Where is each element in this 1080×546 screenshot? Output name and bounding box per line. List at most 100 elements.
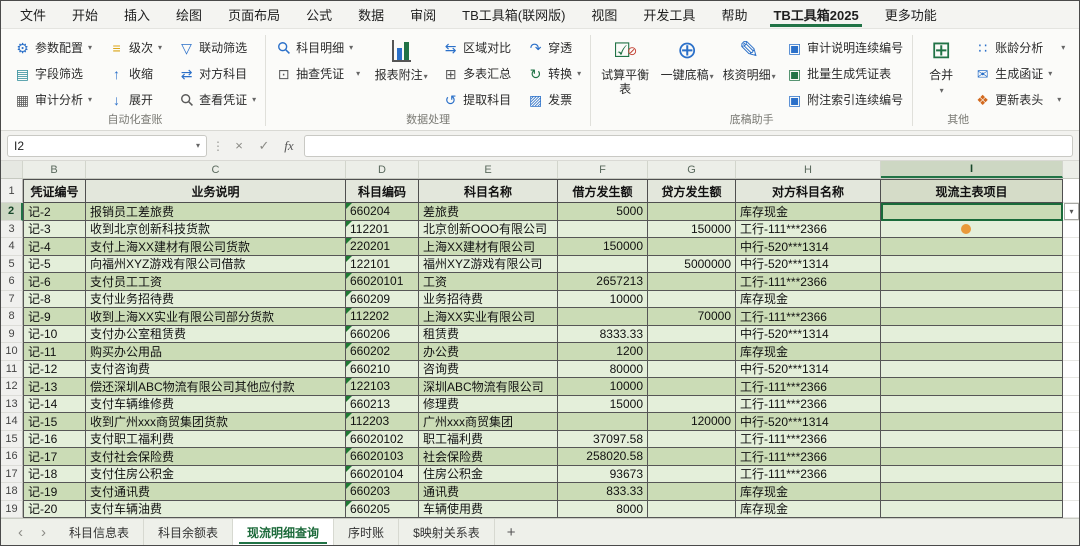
table-cell-C16[interactable]: 支付社会保险费 — [86, 448, 346, 466]
table-cell-C11[interactable]: 支付咨询费 — [86, 361, 346, 379]
field-filter-button[interactable]: ▤字段筛选 — [11, 64, 95, 83]
menu-tab-more-features[interactable]: 更多功能 — [872, 1, 950, 28]
table-cell-D12[interactable]: 122103 — [346, 378, 419, 396]
audit-analysis-button[interactable]: ▦审计分析▾ — [11, 90, 95, 109]
header-debit-amount[interactable]: 借方发生额 — [558, 179, 648, 203]
table-cell-E2[interactable]: 差旅费 — [419, 203, 558, 221]
account-detail-button[interactable]: 科目明细▾ — [272, 38, 363, 57]
note-index-numbering-button[interactable]: ▣附注索引连续编号 — [783, 90, 906, 109]
column-header-H[interactable]: H — [736, 161, 881, 178]
table-cell-E9[interactable]: 租赁费 — [419, 326, 558, 344]
merge-button[interactable]: ⊞ 合并▾ — [919, 33, 963, 100]
row-number[interactable]: 9 — [1, 326, 23, 344]
table-cell-F4[interactable]: 150000 — [558, 238, 648, 256]
table-cell-D14[interactable]: 112203 — [346, 413, 419, 431]
table-cell-B3[interactable]: 记-3 — [23, 221, 86, 239]
table-cell-I7[interactable] — [881, 291, 1063, 309]
table-cell-F8[interactable] — [558, 308, 648, 326]
row-number[interactable]: 13 — [1, 396, 23, 414]
table-cell-B12[interactable]: 记-13 — [23, 378, 86, 396]
row-number[interactable]: 18 — [1, 483, 23, 501]
row-number[interactable]: 5 — [1, 256, 23, 274]
table-cell-I15[interactable] — [881, 431, 1063, 449]
table-cell-B14[interactable]: 记-15 — [23, 413, 86, 431]
table-cell-E8[interactable]: 上海XX实业有限公司 — [419, 308, 558, 326]
table-cell-F12[interactable]: 10000 — [558, 378, 648, 396]
table-cell-E5[interactable]: 福州XYZ游戏有限公司 — [419, 256, 558, 274]
table-cell-F6[interactable]: 2657213 — [558, 273, 648, 291]
table-cell-E14[interactable]: 广州xxx商贸集团 — [419, 413, 558, 431]
table-cell-G4[interactable] — [648, 238, 736, 256]
menu-tab-review[interactable]: 审阅 — [397, 1, 449, 28]
table-cell-G11[interactable] — [648, 361, 736, 379]
column-header-E[interactable]: E — [419, 161, 558, 178]
invoice-button[interactable]: ▨发票 — [524, 90, 584, 109]
table-cell-G2[interactable] — [648, 203, 736, 221]
table-cell-H10[interactable]: 库存现金 — [736, 343, 881, 361]
column-header-G[interactable]: G — [648, 161, 736, 178]
table-cell-C6[interactable]: 支付员工工资 — [86, 273, 346, 291]
table-cell-F18[interactable]: 833.33 — [558, 483, 648, 501]
header-account-code[interactable]: 科目编码 — [346, 179, 419, 203]
table-cell-C15[interactable]: 支付职工福利费 — [86, 431, 346, 449]
table-cell-H17[interactable]: 工行-111***2366 — [736, 466, 881, 484]
table-cell-G14[interactable]: 120000 — [648, 413, 736, 431]
table-cell-D7[interactable]: 660209 — [346, 291, 419, 309]
menu-tab-help[interactable]: 帮助 — [708, 1, 760, 28]
row-number[interactable]: 16 — [1, 448, 23, 466]
table-cell-G9[interactable] — [648, 326, 736, 344]
drag-handle-icon[interactable]: ⋮ — [212, 139, 224, 153]
table-cell-D2[interactable]: 660204 — [346, 203, 419, 221]
column-header-D[interactable]: D — [346, 161, 419, 178]
table-cell-I5[interactable] — [881, 256, 1063, 274]
table-cell-C7[interactable]: 支付业务招待费 — [86, 291, 346, 309]
header-opposite-account[interactable]: 对方科目名称 — [736, 179, 881, 203]
table-cell-I2[interactable] — [881, 203, 1063, 221]
table-cell-E19[interactable]: 车辆使用费 — [419, 501, 558, 519]
table-cell-H11[interactable]: 中行-520***1314 — [736, 361, 881, 379]
table-cell-H2[interactable]: 库存现金 — [736, 203, 881, 221]
row-number[interactable]: 1 — [1, 179, 23, 203]
header-business-desc[interactable]: 业务说明 — [86, 179, 346, 203]
region-compare-button[interactable]: ⇆区域对比 — [439, 38, 514, 57]
table-cell-C3[interactable]: 收到北京创新科技货款 — [86, 221, 346, 239]
asset-verification-detail-button[interactable]: ✎ 核资明细▾ — [721, 33, 777, 85]
table-cell-I12[interactable] — [881, 378, 1063, 396]
row-number[interactable]: 8 — [1, 308, 23, 326]
sheet-tab-account-balance[interactable]: 科目余额表 — [144, 519, 233, 545]
sheet-nav-left-icon[interactable]: ‹ — [9, 519, 32, 545]
table-cell-E11[interactable]: 咨询费 — [419, 361, 558, 379]
update-header-button[interactable]: ❖更新表头▾ — [971, 90, 1068, 109]
table-cell-B15[interactable]: 记-16 — [23, 431, 86, 449]
linked-filter-button[interactable]: ▽联动筛选 — [175, 38, 259, 57]
table-cell-I19[interactable] — [881, 501, 1063, 519]
table-cell-B6[interactable]: 记-6 — [23, 273, 86, 291]
table-cell-B10[interactable]: 记-11 — [23, 343, 86, 361]
table-cell-I8[interactable] — [881, 308, 1063, 326]
table-cell-F5[interactable] — [558, 256, 648, 274]
table-cell-H8[interactable]: 工行-111***2366 — [736, 308, 881, 326]
table-cell-B18[interactable]: 记-19 — [23, 483, 86, 501]
table-cell-H4[interactable]: 中行-520***1314 — [736, 238, 881, 256]
table-cell-C2[interactable]: 报销员工差旅费 — [86, 203, 346, 221]
table-cell-G17[interactable] — [648, 466, 736, 484]
column-header-F[interactable]: F — [558, 161, 648, 178]
table-cell-C8[interactable]: 收到上海XX实业有限公司部分货款 — [86, 308, 346, 326]
table-cell-E4[interactable]: 上海XX建材有限公司 — [419, 238, 558, 256]
table-cell-I17[interactable] — [881, 466, 1063, 484]
menu-tab-tb-online[interactable]: TB工具箱(联网版) — [449, 1, 578, 28]
table-cell-G19[interactable] — [648, 501, 736, 519]
table-cell-D4[interactable]: 220201 — [346, 238, 419, 256]
table-cell-B8[interactable]: 记-9 — [23, 308, 86, 326]
table-cell-F19[interactable]: 8000 — [558, 501, 648, 519]
table-cell-C10[interactable]: 购买办公用品 — [86, 343, 346, 361]
header-credit-amount[interactable]: 贷方发生额 — [648, 179, 736, 203]
row-number[interactable]: 19 — [1, 501, 23, 519]
table-cell-F11[interactable]: 80000 — [558, 361, 648, 379]
insert-function-button[interactable]: fx — [279, 138, 299, 154]
menu-tab-formulas[interactable]: 公式 — [293, 1, 345, 28]
table-cell-I6[interactable] — [881, 273, 1063, 291]
table-cell-G16[interactable] — [648, 448, 736, 466]
table-cell-B9[interactable]: 记-10 — [23, 326, 86, 344]
table-cell-F3[interactable] — [558, 221, 648, 239]
